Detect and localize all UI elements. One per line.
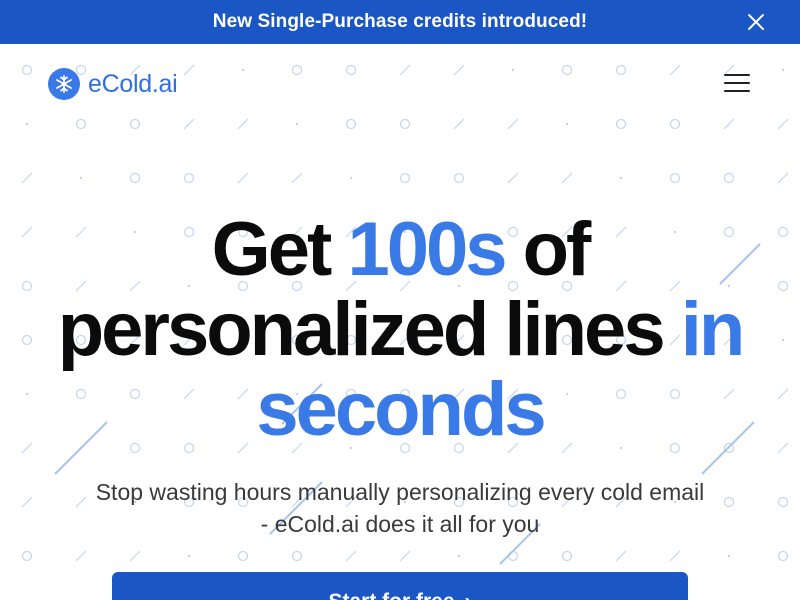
announcement-banner: New Single-Purchase credits introduced! — [0, 0, 800, 44]
subtitle-line-1: Stop wasting hours manually personalizin… — [95, 479, 705, 505]
logo[interactable]: eCold.ai — [48, 68, 178, 100]
headline-line-2: personalized lines in — [57, 287, 746, 372]
hero-headline: Get 100s of personalized lines in second… — [0, 210, 800, 450]
subtitle-line-2: - eCold.ai does it all for you — [260, 511, 540, 537]
snowflake-icon — [48, 68, 80, 100]
cta-label: Start for free — [328, 590, 454, 600]
hamburger-menu-icon[interactable] — [724, 74, 750, 94]
start-for-free-button[interactable]: Start for free › — [112, 572, 688, 600]
navbar: eCold.ai — [0, 44, 800, 124]
hero: Get 100s of personalized lines in second… — [0, 210, 800, 450]
chevron-right-icon: › — [465, 590, 472, 600]
headline-accent-100s: 100s — [347, 207, 507, 292]
banner-text: New Single-Purchase credits introduced! — [212, 11, 588, 32]
headline-accent-in: in — [680, 287, 746, 372]
headline-line-1: Get 100s of — [211, 207, 592, 292]
close-icon[interactable] — [746, 12, 766, 32]
hero-subtitle: Stop wasting hours manually personalizin… — [0, 476, 800, 540]
headline-line-3: seconds — [256, 367, 546, 452]
logo-text: eCold.ai — [88, 69, 178, 98]
